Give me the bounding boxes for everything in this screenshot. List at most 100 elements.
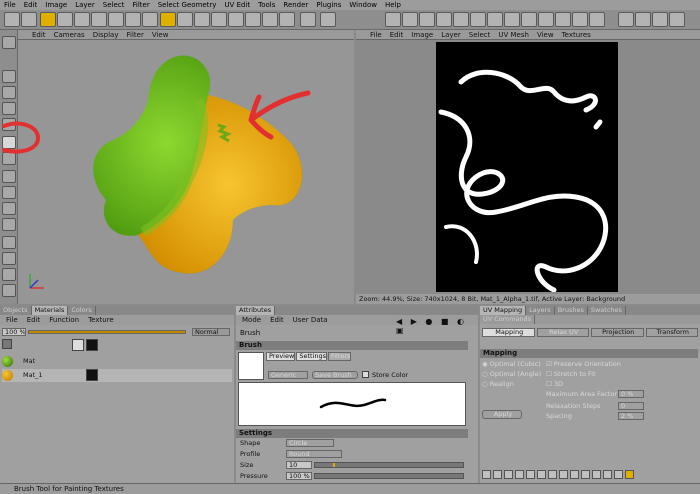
texture-canvas[interactable]: [356, 40, 700, 294]
brush-tip-preview[interactable]: [238, 352, 264, 380]
materials-menu-function[interactable]: Function: [49, 316, 79, 324]
texture-menu-select[interactable]: Select: [469, 31, 491, 39]
menu-help[interactable]: Help: [385, 1, 401, 9]
attributes-nav-icons[interactable]: ◀ ▶ ● ■ ◐ ▣: [396, 317, 478, 335]
menu-layer[interactable]: Layer: [75, 1, 95, 9]
menu-edit[interactable]: Edit: [24, 1, 38, 9]
size-field[interactable]: 10: [286, 461, 312, 469]
model-mode-icon[interactable]: [2, 36, 16, 49]
eyedropper-icon[interactable]: [2, 268, 16, 281]
fill-icon[interactable]: [177, 12, 193, 27]
render-icon[interactable]: [320, 12, 336, 27]
brush-shape-13-icon[interactable]: [589, 12, 605, 27]
sponge-icon[interactable]: [2, 218, 16, 231]
menu-file[interactable]: File: [4, 1, 16, 9]
move-icon[interactable]: [57, 12, 73, 27]
subtab-transform[interactable]: Transform: [645, 328, 698, 337]
axis-y-icon[interactable]: [125, 12, 141, 27]
radio-optimal-cubic[interactable]: ◉ Optimal (Cubic): [482, 360, 541, 368]
brush-shape-2-icon[interactable]: [402, 12, 418, 27]
menu-tools[interactable]: Tools: [258, 1, 275, 9]
viewport-menu-edit[interactable]: Edit: [32, 31, 46, 39]
brush-shape-5-icon[interactable]: [453, 12, 469, 27]
attributes-menu-user-data[interactable]: User Data: [293, 316, 328, 324]
selection-icon[interactable]: [194, 12, 210, 27]
brush-shape-4-icon[interactable]: [436, 12, 452, 27]
shape-dropdown[interactable]: Circle: [286, 439, 334, 447]
brush-shape-8-icon[interactable]: [504, 12, 520, 27]
tab-swatches[interactable]: Swatches: [588, 306, 626, 315]
grid-icon[interactable]: [228, 12, 244, 27]
edges-icon[interactable]: [2, 102, 16, 115]
undo-icon[interactable]: [4, 12, 20, 27]
lasso-icon[interactable]: [211, 12, 227, 27]
star-icon[interactable]: [2, 252, 16, 265]
texture-menu-file[interactable]: File: [370, 31, 382, 39]
materials-menu-file[interactable]: File: [6, 316, 18, 324]
uv-tool-5-icon[interactable]: [526, 470, 535, 479]
brush-shape-3-icon[interactable]: [419, 12, 435, 27]
blend-mode-dropdown[interactable]: Normal: [192, 328, 230, 336]
uv-tool-7-icon[interactable]: [548, 470, 557, 479]
menu-render[interactable]: Render: [283, 1, 308, 9]
tab-materials[interactable]: Materials: [31, 306, 69, 315]
uv-tool-6-icon[interactable]: [537, 470, 546, 479]
viewport-menu-display[interactable]: Display: [93, 31, 119, 39]
smudge-icon[interactable]: [2, 170, 16, 183]
color-swatch-icon[interactable]: [2, 284, 16, 297]
menu-filter[interactable]: Filter: [132, 1, 149, 9]
uv-tool-2-icon[interactable]: [493, 470, 502, 479]
texture-menu-uv-mesh[interactable]: UV Mesh: [498, 31, 529, 39]
menu-select[interactable]: Select: [103, 1, 125, 9]
subtab-preview[interactable]: Preview: [266, 352, 296, 361]
texture-menu-layer[interactable]: Layer: [441, 31, 461, 39]
zoom-field[interactable]: 100 %: [2, 328, 26, 336]
uv-tool-12-icon[interactable]: [603, 470, 612, 479]
uv-tool-11-icon[interactable]: [592, 470, 601, 479]
menu-uv-edit[interactable]: UV Edit: [224, 1, 250, 9]
texture-menu-textures[interactable]: Textures: [562, 31, 591, 39]
attributes-menu-edit[interactable]: Edit: [270, 316, 284, 324]
viewport-menu-filter[interactable]: Filter: [127, 31, 144, 39]
check-preserve-orientation[interactable]: ☑ Preserve Orientation: [546, 360, 621, 368]
layout-1-icon[interactable]: [618, 12, 634, 27]
rotate-icon[interactable]: [91, 12, 107, 27]
redo-icon[interactable]: [21, 12, 37, 27]
subtab-projection[interactable]: Projection: [591, 328, 644, 337]
texture-menu-view[interactable]: View: [537, 31, 554, 39]
material-label[interactable]: Mat: [23, 357, 35, 365]
store-color-checkbox[interactable]: [362, 371, 369, 378]
brush-shape-10-icon[interactable]: [538, 12, 554, 27]
subtab-mapping[interactable]: Mapping: [482, 328, 535, 337]
material-label[interactable]: Mat_1: [23, 371, 43, 379]
brush-shape-11-icon[interactable]: [555, 12, 571, 27]
live-select-icon[interactable]: [40, 12, 56, 27]
tab-objects[interactable]: Objects: [0, 306, 32, 315]
materials-menu-texture[interactable]: Texture: [88, 316, 114, 324]
tab-uv-commands[interactable]: UV Commands: [480, 315, 536, 324]
pressure-field[interactable]: 100 %: [286, 472, 312, 480]
save-brush-button[interactable]: Save Brush: [312, 371, 358, 379]
uv-tool-13-icon[interactable]: [614, 470, 623, 479]
brush-shape-7-icon[interactable]: [487, 12, 503, 27]
tab-uv-mapping[interactable]: UV Mapping: [480, 306, 527, 315]
uv-tool-1-icon[interactable]: [482, 470, 491, 479]
viewport-menu-view[interactable]: View: [152, 31, 169, 39]
tab-colors[interactable]: Colors: [68, 306, 96, 315]
check-3d[interactable]: ☐ 3D: [546, 380, 563, 388]
texture-menu-edit[interactable]: Edit: [390, 31, 404, 39]
size-slider-handle[interactable]: [333, 463, 335, 467]
spacing-field[interactable]: 2 %: [618, 412, 644, 420]
texture-mode-icon[interactable]: [2, 70, 16, 83]
materials-menu-edit[interactable]: Edit: [27, 316, 41, 324]
menu-window[interactable]: Window: [349, 1, 377, 9]
brush-shape-1-icon[interactable]: [385, 12, 401, 27]
uv-tool-9-icon[interactable]: [570, 470, 579, 479]
axis-z-icon[interactable]: [142, 12, 158, 27]
brush-preset-dropdown[interactable]: Generic: [268, 371, 308, 379]
material-row-selected[interactable]: Mat_1: [2, 369, 232, 382]
subtab-relax-uv[interactable]: Relax UV: [536, 328, 589, 337]
material-texture-thumb[interactable]: [86, 369, 98, 381]
brush-tool-icon[interactable]: [160, 12, 176, 27]
brush-shape-12-icon[interactable]: [572, 12, 588, 27]
